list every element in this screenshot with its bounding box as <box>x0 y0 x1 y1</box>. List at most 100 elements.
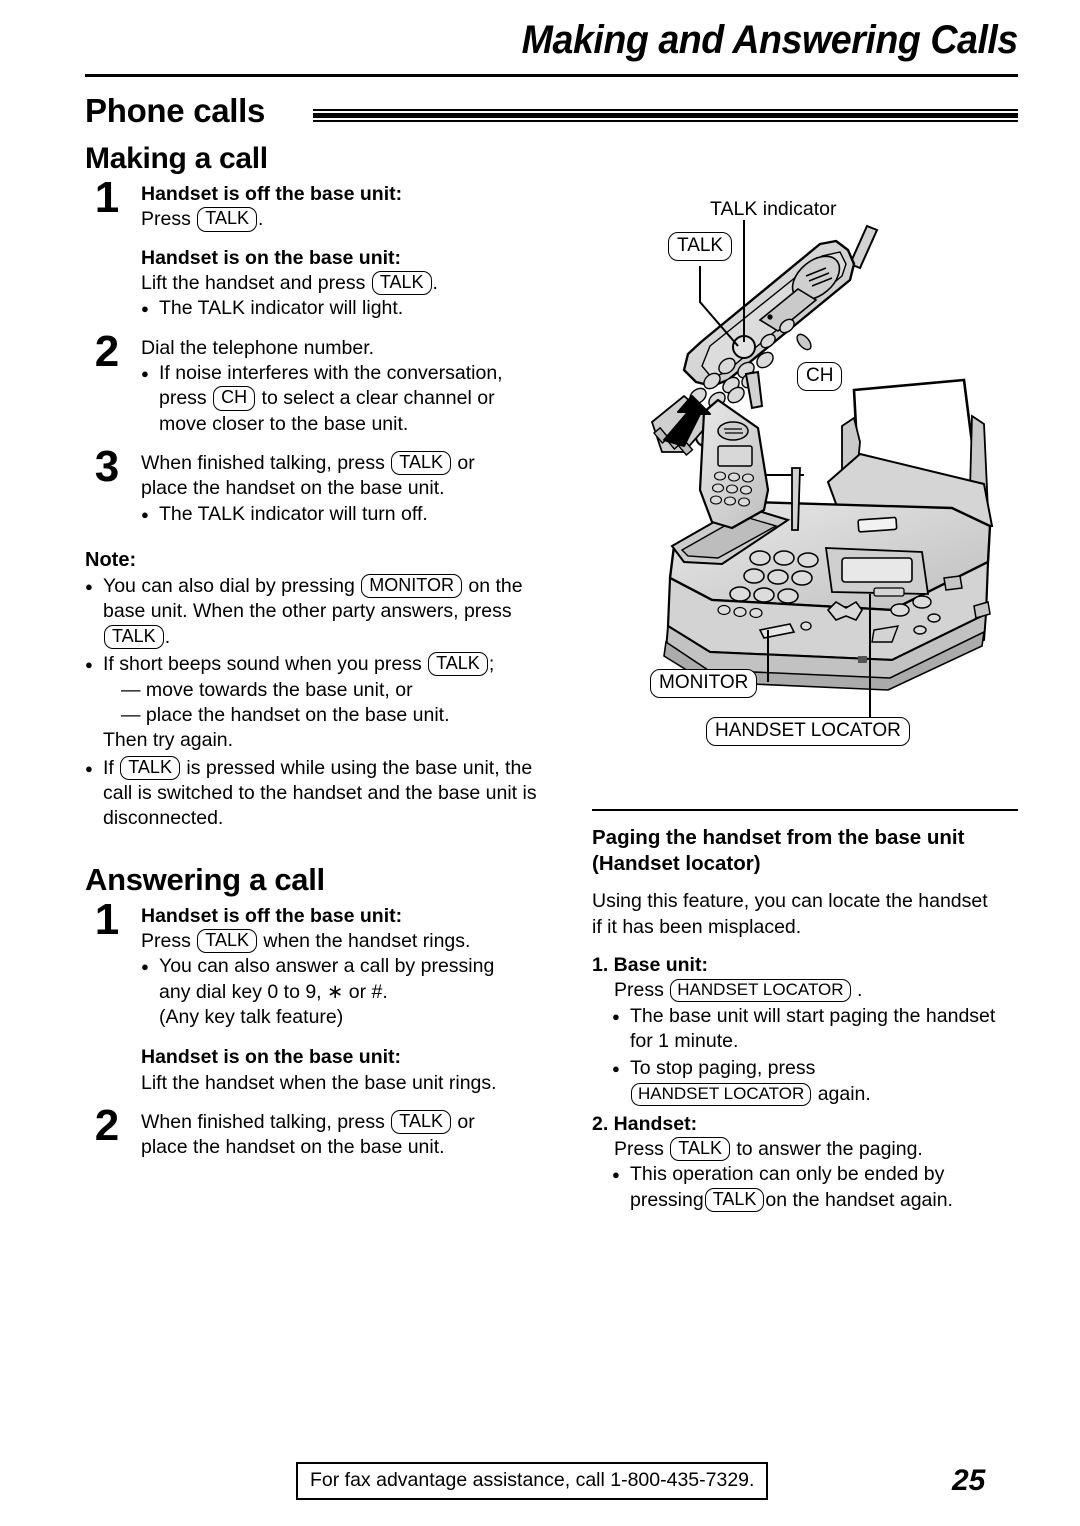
key-talk[interactable]: TALK <box>391 451 451 476</box>
list-item: The TALK indicator will turn off. <box>141 502 555 528</box>
paging-section: Paging the handset from the base unit (H… <box>592 809 1018 1213</box>
base-unit-graphic <box>663 370 994 691</box>
talk-indicator-label: TALK indicator <box>710 198 837 220</box>
key-talk[interactable]: TALK <box>197 928 257 954</box>
band-line-middle <box>313 113 1018 118</box>
page-number: 25 <box>952 1464 986 1497</box>
paging-heading-line1: Paging the handset from the base unit <box>592 826 965 849</box>
note-title: Note: <box>85 549 137 572</box>
key-talk[interactable]: TALK <box>197 207 257 232</box>
key-ch[interactable]: CH <box>213 386 256 411</box>
key-monitor[interactable]: MONITOR <box>361 574 462 599</box>
ans-step1-on-instruction: Lift the handset when the base unit ring… <box>141 1071 497 1094</box>
paging-item2-instruction: Press TALK to answer the paging. <box>592 1136 1018 1162</box>
answering-step-2: 2 When finished talking, press TALK or p… <box>85 1103 555 1161</box>
page-header: Making and Answering Calls <box>85 18 1018 80</box>
step3-line2: place the handset on the base unit. <box>141 477 445 500</box>
illustration-area: TALK indicator TALK CH MONITOR HANDSET L… <box>592 190 1018 755</box>
after-text: to answer the paging. <box>736 1137 923 1160</box>
note-bullets: You can also dial by pressing MONITOR on… <box>85 574 555 831</box>
band-decoration-lines <box>313 109 1018 123</box>
bullet-text-a: The base unit will start paging the hand… <box>630 1004 996 1027</box>
header-rule <box>85 74 1018 77</box>
bullet-text-c: on the handset again. <box>765 1188 953 1211</box>
step1-off-heading: Handset is off the base unit: <box>141 183 403 205</box>
note-dash-line-1: — move towards the base unit, or <box>121 678 413 701</box>
paging-intro-a: Using this feature, you can locate the h… <box>592 890 988 913</box>
ans-step2-text-a: When finished talking, press <box>141 1110 385 1133</box>
key-talk[interactable]: TALK <box>391 1109 451 1135</box>
key-handset-locator[interactable]: HANDSET LOCATOR <box>670 979 851 1003</box>
callout-talk: TALK <box>668 232 733 261</box>
step-number: 2 <box>94 326 120 376</box>
bullet-text-d: move closer to the base unit. <box>159 412 409 435</box>
right-column: TALK indicator TALK CH MONITOR HANDSET L… <box>592 190 1018 1216</box>
key-talk[interactable]: TALK <box>104 624 164 650</box>
step-number: 2 <box>94 1100 120 1150</box>
key-talk[interactable]: TALK <box>371 271 432 296</box>
heading-making-a-call: Making a call <box>85 142 268 175</box>
key-talk[interactable]: TALK <box>428 652 488 677</box>
bullet-text-b: again. <box>817 1082 871 1105</box>
bullet-text-a: To stop paging, press <box>630 1057 816 1080</box>
step-number: 1 <box>94 894 120 944</box>
paging-steps: 1. Base unit: Press HANDSET LOCATOR . Th… <box>592 954 1018 1213</box>
paging-item1-heading: 1. Base unit: <box>592 954 708 977</box>
bullet-text-b: press <box>159 387 207 410</box>
note-semicolon: ; <box>488 653 495 676</box>
paging-intro-b: if it has been misplaced. <box>592 915 802 938</box>
paging-intro: Using this feature, you can locate the h… <box>592 889 1018 940</box>
heading-answering-a-call: Answering a call <box>85 861 325 897</box>
bullet-text-a: This operation can only be ended by <box>630 1163 945 1186</box>
page-footer: For fax advantage assistance, call 1-800… <box>0 1462 1080 1512</box>
key-talk[interactable]: TALK <box>120 755 180 780</box>
ans-step2-text-b: or <box>457 1110 475 1133</box>
period: . <box>257 208 264 231</box>
note-dash-line-2: — place the handset on the base unit. <box>121 703 450 726</box>
list-item: The TALK indicator will light. <box>141 296 555 322</box>
list-item: 1. Base unit: Press HANDSET LOCATOR . Th… <box>592 954 1018 1107</box>
lift-text: Lift the handset and press <box>141 272 366 295</box>
note-then-try: Then try again. <box>103 729 234 752</box>
press-word: Press <box>614 1137 664 1160</box>
when-rings-text: when the handset rings. <box>263 929 471 952</box>
note-text-b: on the <box>468 575 523 598</box>
step1-on-heading: Handset is on the base unit: <box>141 246 402 269</box>
note-text-d: disconnected. <box>103 807 224 830</box>
note-text-c: base unit. When the other party answers,… <box>103 600 512 623</box>
step-number: 1 <box>94 173 120 222</box>
left-column: Making a call 1 Handset is off the base … <box>85 142 555 1175</box>
step3-text-b: or <box>457 452 475 475</box>
key-handset-locator[interactable]: HANDSET LOCATOR <box>631 1082 812 1106</box>
section-band: Phone calls <box>85 92 1018 138</box>
note-text-a: You can also dial by pressing <box>103 575 355 598</box>
list-item: To stop paging, press HANDSET LOCATOR ag… <box>612 1056 1018 1107</box>
step1-off-instruction: Press TALK. <box>141 207 555 232</box>
paging-item1-bullets: The base unit will start paging the hand… <box>592 1004 1018 1107</box>
ans-step2-line1: When finished talking, press TALK or <box>141 1109 555 1135</box>
bullet-text-a: If noise interferes with the conversatio… <box>159 362 503 385</box>
any-key-talk-feature: (Any key talk feature) <box>159 1005 344 1028</box>
section-title: Phone calls <box>85 92 266 129</box>
key-talk[interactable]: TALK <box>704 1187 765 1212</box>
key-talk[interactable]: TALK <box>670 1136 730 1162</box>
bullet-text-b: any dial key 0 to 9, ∗ or #. <box>159 980 388 1003</box>
footer-notice: For fax advantage assistance, call 1-800… <box>296 1462 769 1500</box>
list-item: 2. Handset: Press TALK to answer the pag… <box>592 1113 1018 1213</box>
section-divider-rule <box>592 809 1018 811</box>
list-item: You can also answer a call by pressing a… <box>141 954 555 1030</box>
step2-bullets: If noise interferes with the conversatio… <box>141 361 555 437</box>
step1-bullets: The TALK indicator will light. <box>141 296 555 322</box>
list-item: You can also dial by pressing MONITOR on… <box>85 574 555 650</box>
step3-bullets: The TALK indicator will turn off. <box>141 502 555 528</box>
paging-item2-bullets: This operation can only be ended by pres… <box>592 1162 1018 1213</box>
bullet-text-b: pressing <box>630 1188 704 1211</box>
ans-step1-instruction: Press TALK when the handset rings. <box>141 928 555 954</box>
ans-step1-on-heading: Handset is on the base unit: <box>141 1046 402 1069</box>
press-word: Press <box>141 929 191 952</box>
note-text-a: If short beeps sound when you press <box>103 653 422 676</box>
bullet-text-c: to select a clear channel or <box>261 387 495 410</box>
period: . <box>856 979 863 1002</box>
page-title: Making and Answering Calls <box>521 18 1019 62</box>
